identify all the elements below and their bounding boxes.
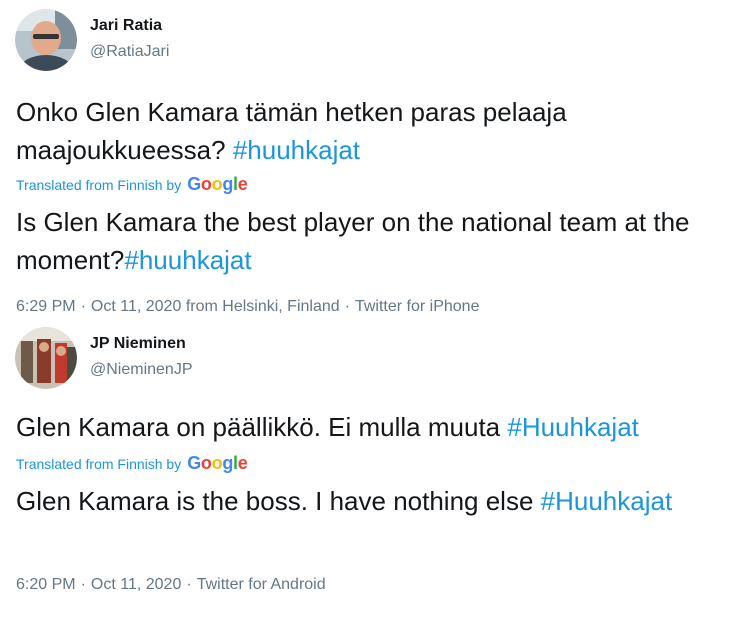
separator: ·	[80, 576, 86, 593]
google-logo: Google	[187, 174, 248, 194]
translation-attribution: Translated from Finnish by Google	[16, 453, 248, 474]
tweet-date: Oct 11, 2020	[90, 298, 182, 315]
translation-attribution: Translated from Finnish by Google	[16, 174, 248, 195]
translated-text: Glen Kamara is the boss. I have nothing …	[16, 482, 716, 520]
user-handle[interactable]: @RatiaJari	[90, 43, 169, 61]
tweet-text: Glen Kamara on päällikkö. Ei mulla muuta…	[16, 408, 716, 446]
user-avatar-icon[interactable]	[15, 9, 77, 71]
separator: ·	[186, 576, 192, 593]
google-logo: Google	[187, 453, 248, 473]
tweet-time-link[interactable]: 6:29 PM	[16, 298, 76, 315]
user-handle[interactable]: @NieminenJP	[90, 361, 193, 379]
translated-label: Translated from Finnish by	[16, 455, 182, 472]
tweet: Jari Ratia @RatiaJari Onko Glen Kamara t…	[0, 0, 731, 322]
tweet-source[interactable]: Twitter for Android	[197, 576, 326, 593]
tweet-metadata: 6:29 PM · Oct 11, 2020 from Helsinki, Finl…	[16, 298, 479, 316]
tweet-date: Oct 11, 2020	[90, 576, 182, 593]
translated-text-content: Is Glen Kamara the best player on the na…	[16, 207, 690, 275]
tweet-metadata: 6:20 PM · Oct 11, 2020 · Twitter for Android	[16, 576, 326, 594]
tweet-time: 6:29 PM	[16, 298, 76, 315]
tweet-text: Onko Glen Kamara tämän hetken paras pela…	[16, 93, 716, 169]
display-name[interactable]: Jari Ratia	[90, 17, 162, 35]
tweet-location[interactable]: from Helsinki, Finland	[186, 298, 340, 315]
translated-text-content: Glen Kamara is the boss. I have nothing …	[16, 486, 541, 516]
display-name[interactable]: JP Nieminen	[90, 335, 186, 353]
tweet-text-content: Glen Kamara on päällikkö. Ei mulla muuta	[16, 412, 508, 442]
separator: ·	[80, 298, 86, 315]
hashtag-link[interactable]: #huuhkajat	[124, 245, 251, 275]
hashtag-link[interactable]: #Huuhkajat	[541, 486, 673, 516]
translated-label: Translated from Finnish by	[16, 176, 182, 193]
tweet-time-link[interactable]: 6:20 PM	[16, 576, 76, 593]
tweet-time: 6:20 PM	[16, 576, 76, 593]
hashtag-link[interactable]: #Huuhkajat	[507, 412, 639, 442]
tweet: JP Nieminen @NieminenJP Glen Kamara on p…	[0, 322, 731, 633]
separator: ·	[344, 298, 350, 315]
hashtag-link[interactable]: #huuhkajat	[233, 135, 360, 165]
tweet-source[interactable]: Twitter for iPhone	[355, 298, 480, 315]
translated-text: Is Glen Kamara the best player on the na…	[16, 203, 716, 279]
user-avatar-icon[interactable]	[15, 327, 77, 389]
